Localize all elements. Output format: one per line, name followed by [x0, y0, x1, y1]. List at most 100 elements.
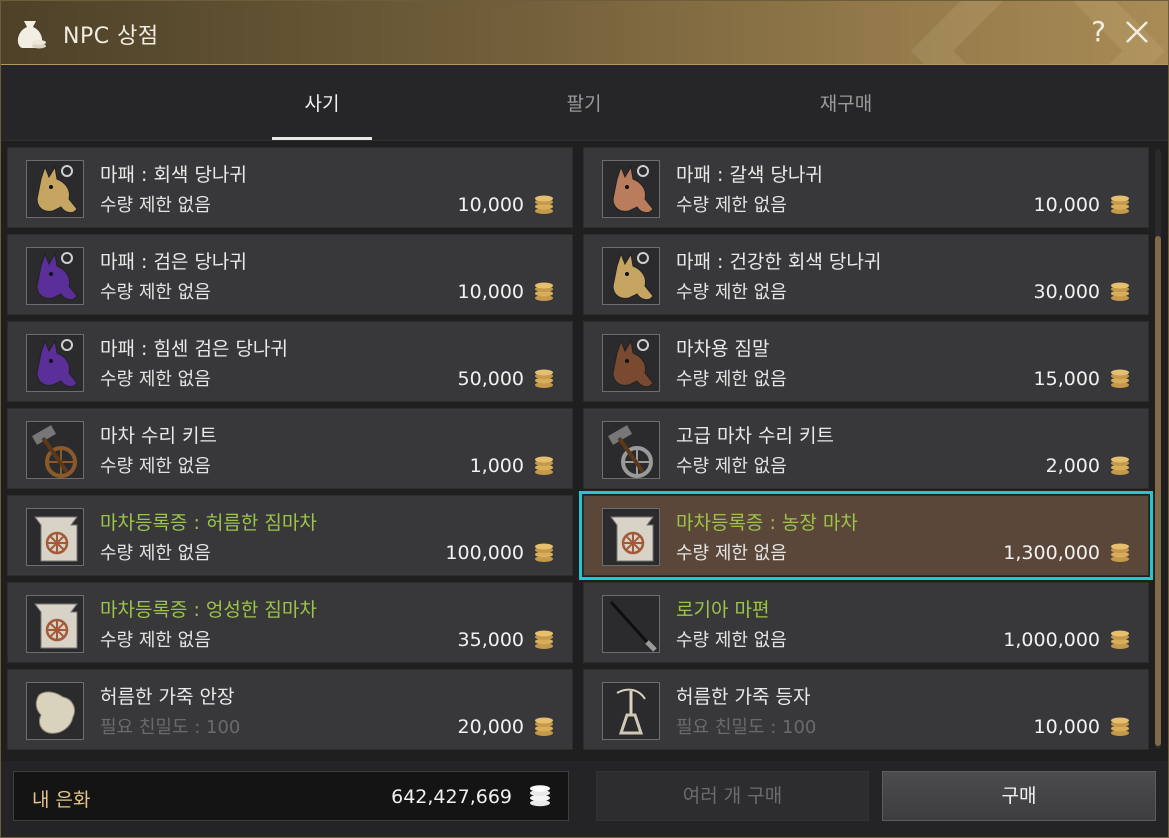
coin-icon — [1110, 369, 1130, 389]
multi-buy-button[interactable]: 여러 개 구매 — [596, 771, 869, 821]
item-price: 20,000 — [457, 716, 524, 738]
item-name: 마패 : 검은 당나귀 — [100, 251, 247, 273]
item-limit: 수량 제한 없음 — [676, 543, 787, 564]
coin-icon — [1110, 282, 1130, 302]
item-limit: 수량 제한 없음 — [100, 456, 211, 477]
item-limit: 수량 제한 없음 — [676, 456, 787, 477]
item-limit: 수량 제한 없음 — [676, 282, 787, 303]
leather-saddle-icon — [26, 682, 84, 740]
shop-item[interactable]: 마패 : 검은 당나귀 수량 제한 없음 10,000 — [7, 234, 573, 315]
wagon-repair-kit-icon — [26, 421, 84, 479]
whip-icon — [602, 595, 660, 653]
item-name: 마패 : 갈색 당나귀 — [676, 164, 823, 186]
shop-item[interactable]: 마패 : 힘센 검은 당나귀수량 제한 없음 50,000 — [7, 321, 573, 402]
help-button[interactable]: ? — [1091, 16, 1106, 48]
window-title: NPC 상점 — [63, 24, 159, 49]
coin-icon — [534, 543, 554, 563]
item-limit: 수량 제한 없음 — [100, 630, 211, 651]
scrollbar-thumb[interactable] — [1155, 236, 1161, 746]
shop-item[interactable]: 허름한 가죽 안장필요 친밀도 : 100 20,000 — [7, 669, 573, 750]
brown-donkey-tag-icon — [602, 160, 660, 218]
shop-item[interactable]: 허름한 가죽 등자필요 친밀도 : 100 10,000 — [583, 669, 1149, 750]
coin-icon — [534, 369, 554, 389]
item-price: 50,000 — [457, 368, 524, 390]
shop-item[interactable]: 마차용 짐말수량 제한 없음 15,000 — [583, 321, 1149, 402]
item-list[interactable]: 마패 : 회색 당나귀 수량 제한 없음 10,000 마패 : 갈색 당나귀 수량 제… — [1, 141, 1168, 761]
item-limit: 필요 친밀도 : 100 — [676, 717, 817, 738]
coin-icon — [1110, 456, 1130, 476]
item-price: 35,000 — [457, 629, 524, 651]
item-limit: 수량 제한 없음 — [676, 195, 787, 216]
black-donkey-tag-icon — [26, 247, 84, 305]
shop-item[interactable]: 로기아 마편수량 제한 없음 1,000,000 — [583, 582, 1149, 663]
shop-item[interactable]: 마패 : 회색 당나귀수량 제한 없음 10,000 — [7, 147, 573, 228]
coin-icon — [1110, 717, 1130, 737]
money-bag-icon — [17, 21, 46, 49]
wagon-registration-icon — [602, 508, 660, 566]
wagon-registration-icon — [26, 508, 84, 566]
footer: 내 은화 642,427,669 여러 개 구매 구매 — [1, 761, 1168, 837]
pack-horse-icon — [602, 334, 660, 392]
item-limit: 수량 제한 없음 — [100, 282, 211, 303]
item-price: 15,000 — [1033, 368, 1100, 390]
active-tab-indicator — [272, 137, 372, 140]
tab-sell[interactable]: 팔기 — [534, 89, 634, 116]
item-price: 1,000 — [469, 455, 524, 477]
shop-item[interactable]: 마차등록증 : 엉성한 짐마차수량 제한 없음 35,000 — [7, 582, 573, 663]
shop-item[interactable]: 마차등록증 : 허름한 짐마차수량 제한 없음 100,000 — [7, 495, 573, 576]
item-name: 마패 : 회색 당나귀 — [100, 164, 247, 186]
item-price: 1,300,000 — [1003, 542, 1100, 564]
gray-donkey-tag-icon — [26, 160, 84, 218]
coin-icon — [1110, 543, 1130, 563]
item-price: 100,000 — [445, 542, 524, 564]
item-limit: 수량 제한 없음 — [100, 195, 211, 216]
strong-black-donkey-tag-icon — [26, 334, 84, 392]
item-price: 10,000 — [1033, 194, 1100, 216]
item-name: 로기아 마편 — [676, 599, 770, 621]
item-price: 2,000 — [1045, 455, 1100, 477]
item-price: 10,000 — [1033, 716, 1100, 738]
shop-item[interactable]: 마패 : 건강한 회색 당나귀수량 제한 없음 30,000 — [583, 234, 1149, 315]
coin-icon — [1110, 630, 1130, 650]
tab-rebuy[interactable]: 재구매 — [796, 89, 896, 116]
shop-item[interactable]: 고급 마차 수리 키트수량 제한 없음 2,000 — [583, 408, 1149, 489]
item-name: 마패 : 힘센 검은 당나귀 — [100, 338, 288, 360]
npc-shop-window: NPC 상점 ? 사기 팔기 재구매 마패 : 회색 당나귀수량 제한 없음 10… — [0, 0, 1169, 838]
item-limit: 수량 제한 없음 — [676, 630, 787, 651]
silver-label: 내 은화 — [32, 789, 91, 811]
item-name: 마차등록증 : 엉성한 짐마차 — [100, 599, 317, 621]
item-limit: 필요 친밀도 : 100 — [100, 717, 241, 738]
healthy-gray-donkey-tag-icon — [602, 247, 660, 305]
buy-button[interactable]: 구매 — [882, 771, 1156, 821]
coin-icon — [1110, 195, 1130, 215]
tab-bar: 사기 팔기 재구매 — [1, 65, 1168, 141]
item-price: 30,000 — [1033, 281, 1100, 303]
item-name: 허름한 가죽 등자 — [676, 686, 811, 708]
close-icon[interactable] — [1124, 19, 1150, 45]
silver-balance: 내 은화 642,427,669 — [13, 771, 569, 821]
item-price: 10,000 — [457, 194, 524, 216]
coin-icon — [534, 717, 554, 737]
item-name: 마패 : 건강한 회색 당나귀 — [676, 251, 882, 273]
shop-item[interactable]: 마패 : 갈색 당나귀수량 제한 없음 10,000 — [583, 147, 1149, 228]
item-name: 허름한 가죽 안장 — [100, 686, 235, 708]
coin-icon — [534, 630, 554, 650]
leather-stirrup-icon — [602, 682, 660, 740]
tab-buy[interactable]: 사기 — [272, 89, 372, 116]
advanced-wagon-repair-kit-icon — [602, 421, 660, 479]
item-name: 마차등록증 : 허름한 짐마차 — [100, 512, 317, 534]
item-name: 마차용 짐말 — [676, 338, 770, 360]
coin-icon — [534, 195, 554, 215]
coin-icon — [534, 282, 554, 302]
coin-icon — [534, 456, 554, 476]
shop-item[interactable]: 마차등록증 : 농장 마차 수량 제한 없음 1,300,000 — [579, 491, 1153, 580]
item-limit: 수량 제한 없음 — [100, 543, 211, 564]
item-limit: 수량 제한 없음 — [676, 369, 787, 390]
item-name: 고급 마차 수리 키트 — [676, 425, 834, 447]
item-price: 1,000,000 — [1003, 629, 1100, 651]
silver-coin-icon — [530, 785, 550, 807]
silver-value: 642,427,669 — [391, 786, 512, 808]
shop-item[interactable]: 마차 수리 키트 수량 제한 없음 1,000 — [7, 408, 573, 489]
title-bar[interactable]: NPC 상점 ? — [1, 1, 1168, 65]
item-limit: 수량 제한 없음 — [100, 369, 211, 390]
